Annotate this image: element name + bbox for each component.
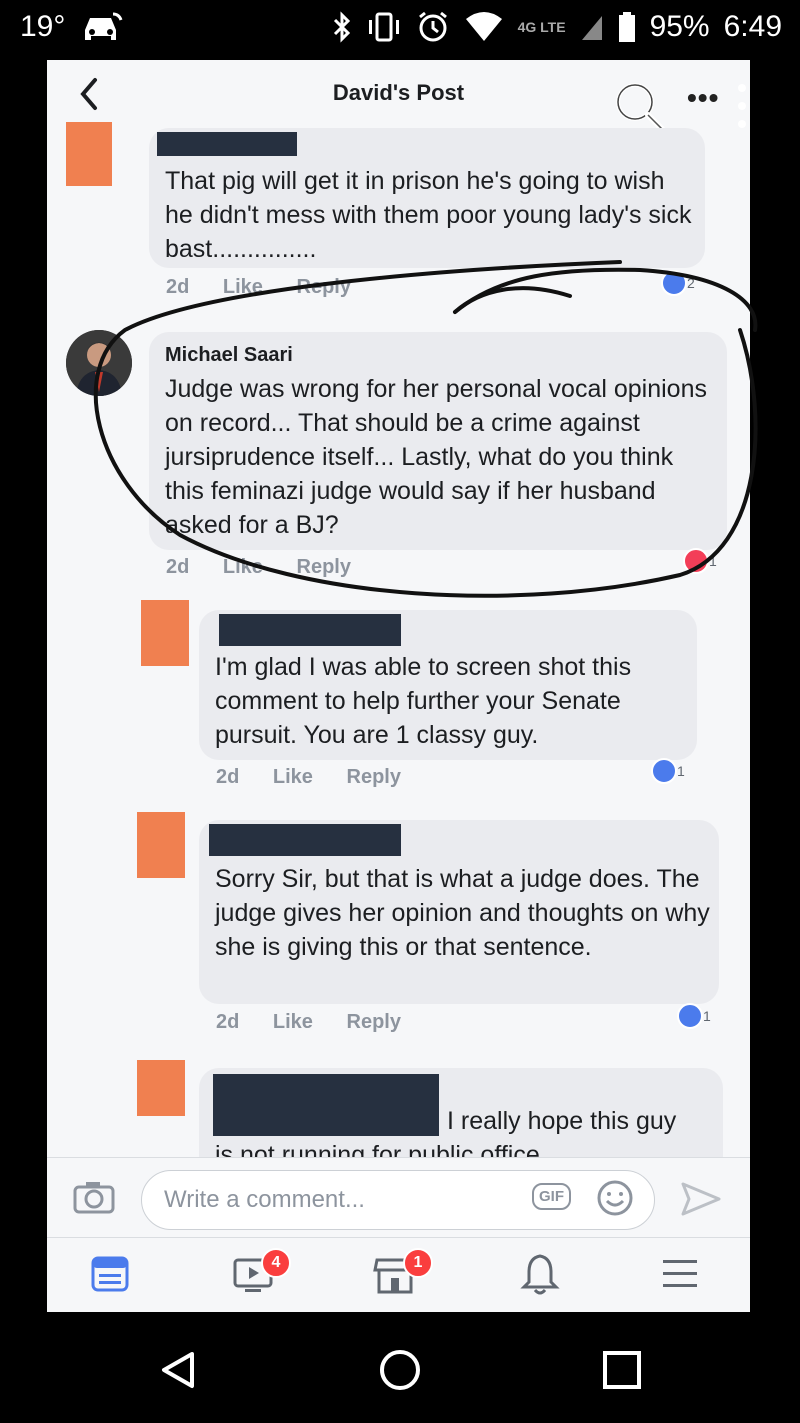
comment-composer: Write a comment... GIF: [47, 1157, 750, 1238]
comment-text: Sorry Sir, but that is what a judge does…: [215, 865, 710, 961]
comment-text: I'm glad I was able to screen shot this …: [215, 653, 632, 749]
comment-bubble: Michael Saari Judge was wrong for her pe…: [149, 332, 727, 550]
comment-time: 2d: [166, 276, 190, 298]
nav-video[interactable]: 4: [231, 1248, 291, 1302]
network-type: 4G LTE: [517, 19, 566, 35]
battery-icon: [618, 12, 635, 42]
alarm-icon: [418, 11, 447, 42]
comment-actions: 2d Like Reply: [216, 766, 429, 789]
comment-text: I really hope this guy: [447, 1107, 677, 1135]
nav-news-feed[interactable]: [87, 1252, 147, 1302]
signal-icon: [581, 16, 602, 40]
reaction-count[interactable]: 1: [677, 1003, 711, 1029]
system-nav-bar: [0, 1312, 800, 1423]
reply-button[interactable]: Reply: [297, 556, 351, 578]
avatar[interactable]: [137, 1060, 185, 1116]
facebook-post-screen: David's Post ••• That pig will get it in…: [47, 60, 750, 1312]
home-nav-icon[interactable]: [378, 1348, 422, 1392]
reply-button[interactable]: Reply: [347, 1011, 401, 1033]
menu-icon: [663, 1260, 697, 1287]
reaction-count[interactable]: 1: [651, 758, 685, 784]
vibrate-icon: [368, 12, 399, 42]
like-button[interactable]: Like: [273, 1011, 313, 1033]
reaction-number: 2: [687, 275, 695, 291]
redacted-name: [209, 824, 401, 856]
comment-input-placeholder: Write a comment...: [164, 1186, 365, 1213]
top-bar: David's Post •••: [47, 60, 750, 132]
comment-time: 2d: [166, 556, 190, 578]
comment-actions: 2d Like Reply: [216, 1011, 429, 1034]
back-nav-icon[interactable]: [156, 1348, 200, 1392]
like-button[interactable]: Like: [223, 276, 263, 298]
like-reaction-icon: [661, 270, 687, 296]
comment-actions: 2d Like Reply: [166, 556, 379, 579]
redacted-name: [157, 132, 297, 156]
more-options-button[interactable]: •••: [687, 82, 719, 114]
nav-menu[interactable]: [657, 1252, 717, 1302]
clock: 6:49: [723, 10, 782, 43]
reaction-number: 1: [677, 763, 685, 779]
camera-icon[interactable]: [73, 1180, 115, 1214]
avatar[interactable]: [66, 330, 132, 396]
avatar[interactable]: [137, 812, 185, 878]
heart-reaction-icon: [683, 548, 709, 574]
comment-input[interactable]: Write a comment... GIF: [141, 1170, 655, 1230]
avatar[interactable]: [141, 600, 189, 666]
reply-button[interactable]: Reply: [297, 276, 351, 298]
sticker-icon[interactable]: [596, 1179, 634, 1217]
bottom-nav: 4 1: [47, 1237, 750, 1312]
status-bar: 19° 4G LTE 95% 6:49: [0, 0, 800, 58]
comment-bubble: That pig will get it in prison he's goin…: [149, 128, 705, 268]
like-reaction-icon: [677, 1003, 703, 1029]
bluetooth-icon: [333, 11, 350, 43]
like-button[interactable]: Like: [273, 766, 313, 788]
redacted-name: [219, 614, 401, 646]
redacted-name: [213, 1074, 439, 1136]
comment-bubble: I'm glad I was able to screen shot this …: [199, 610, 697, 760]
like-reaction-icon: [651, 758, 677, 784]
recents-nav-icon[interactable]: [600, 1348, 644, 1392]
reaction-count[interactable]: 1: [683, 548, 717, 574]
wifi-icon: [465, 12, 502, 41]
reaction-number: 1: [703, 1008, 711, 1024]
reaction-count[interactable]: 2: [661, 270, 695, 296]
reply-button[interactable]: Reply: [347, 766, 401, 788]
news-feed-icon: [91, 1256, 129, 1292]
notification-badge: 1: [403, 1248, 433, 1278]
send-icon[interactable]: [681, 1182, 721, 1216]
notification-badge: 4: [261, 1248, 291, 1278]
comment-text: That pig will get it in prison he's goin…: [165, 167, 692, 263]
comment-text: Judge was wrong for her personal vocal o…: [165, 375, 707, 539]
like-button[interactable]: Like: [223, 556, 263, 578]
comment-author[interactable]: Michael Saari: [165, 344, 293, 367]
car-icon: [85, 12, 123, 40]
bell-icon: [520, 1254, 560, 1295]
nav-marketplace[interactable]: 1: [373, 1248, 433, 1302]
avatar[interactable]: [66, 122, 112, 186]
comment-time: 2d: [216, 766, 240, 788]
kebab-menu-icon[interactable]: [737, 82, 747, 132]
comment-time: 2d: [216, 1011, 240, 1033]
nav-notifications[interactable]: [517, 1252, 577, 1302]
profile-photo: [66, 330, 132, 396]
search-icon[interactable]: [613, 80, 667, 134]
comment-bubble: Sorry Sir, but that is what a judge does…: [199, 820, 719, 1004]
gif-button[interactable]: GIF: [532, 1183, 571, 1210]
reaction-number: 1: [709, 553, 717, 569]
battery-percent: 95%: [649, 10, 710, 43]
comment-actions: 2d Like Reply: [166, 276, 379, 299]
temperature: 19°: [20, 10, 66, 43]
